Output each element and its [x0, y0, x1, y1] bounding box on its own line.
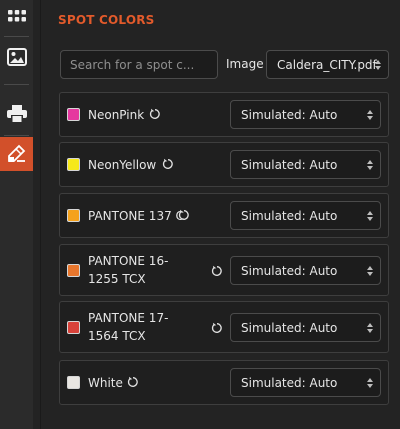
page-title: SPOT COLORS [58, 13, 155, 27]
spot-color-name: White [88, 376, 123, 390]
spot-color-row: NeonYellow Simulated: Auto [59, 142, 389, 187]
image-select[interactable]: Caldera_CITY.pdf [266, 50, 389, 79]
rail-separator [4, 36, 29, 37]
spot-color-icon [7, 144, 25, 162]
image-label: Image [226, 57, 264, 71]
spot-color-search-input[interactable] [60, 50, 218, 79]
color-swatch [67, 108, 80, 121]
rail-button-spot-colors[interactable] [0, 137, 33, 171]
simulation-mode-value: Simulated: Auto [241, 320, 338, 335]
simulation-mode-select[interactable]: Simulated: Auto [230, 100, 381, 129]
color-swatch [67, 158, 80, 171]
spot-color-row: PANTONE 137 C Simulated: Auto [59, 193, 389, 238]
spot-color-name: PANTONE 137 C [88, 209, 184, 223]
reset-icon[interactable] [149, 108, 161, 120]
rail-divider [40, 0, 41, 429]
spot-color-name: NeonPink [88, 108, 145, 122]
rail-button-image[interactable] [0, 40, 33, 74]
select-arrows-icon [367, 159, 373, 170]
simulation-mode-select[interactable]: Simulated: Auto [230, 368, 381, 397]
reset-icon[interactable] [178, 209, 190, 221]
printer-icon [6, 105, 27, 123]
reset-icon[interactable] [211, 322, 223, 334]
reset-icon[interactable] [162, 158, 174, 170]
apps-grid-icon [7, 10, 26, 22]
spot-color-row: NeonPink Simulated: Auto [59, 92, 389, 137]
tool-rail [0, 0, 33, 429]
simulation-mode-value: Simulated: Auto [241, 375, 338, 390]
simulation-mode-select[interactable]: Simulated: Auto [230, 201, 381, 230]
select-arrows-icon [367, 322, 373, 333]
spot-color-row: PANTONE 16-1255 TCX Simulated: Auto [59, 244, 389, 296]
simulation-mode-value: Simulated: Auto [241, 157, 338, 172]
color-swatch [67, 321, 80, 334]
simulation-mode-select[interactable]: Simulated: Auto [230, 256, 381, 285]
rail-button-apps[interactable] [0, 0, 33, 34]
simulation-mode-select[interactable]: Simulated: Auto [230, 150, 381, 179]
select-arrows-icon [367, 377, 373, 388]
image-icon [6, 48, 27, 66]
simulation-mode-value: Simulated: Auto [241, 263, 338, 278]
simulation-mode-select[interactable]: Simulated: Auto [230, 313, 381, 342]
reset-icon[interactable] [127, 376, 139, 388]
rail-button-print[interactable] [0, 97, 33, 131]
rail-separator [4, 84, 29, 85]
color-swatch [67, 376, 80, 389]
color-swatch [67, 209, 80, 222]
rail-separator [4, 135, 29, 136]
color-swatch [67, 264, 80, 277]
select-arrows-icon [375, 59, 381, 70]
image-select-value: Caldera_CITY.pdf [277, 57, 377, 72]
spot-color-name: PANTONE 17-1564 TCX [88, 311, 169, 343]
simulation-mode-value: Simulated: Auto [241, 208, 338, 223]
spot-color-row: PANTONE 17-1564 TCX Simulated: Auto [59, 301, 389, 353]
select-arrows-icon [367, 109, 373, 120]
simulation-mode-value: Simulated: Auto [241, 107, 338, 122]
spot-color-name: NeonYellow [88, 158, 157, 172]
select-arrows-icon [367, 265, 373, 276]
reset-icon[interactable] [211, 265, 223, 277]
select-arrows-icon [367, 210, 373, 221]
spot-color-row: White Simulated: Auto [59, 360, 389, 405]
spot-color-name: PANTONE 16-1255 TCX [88, 254, 169, 286]
